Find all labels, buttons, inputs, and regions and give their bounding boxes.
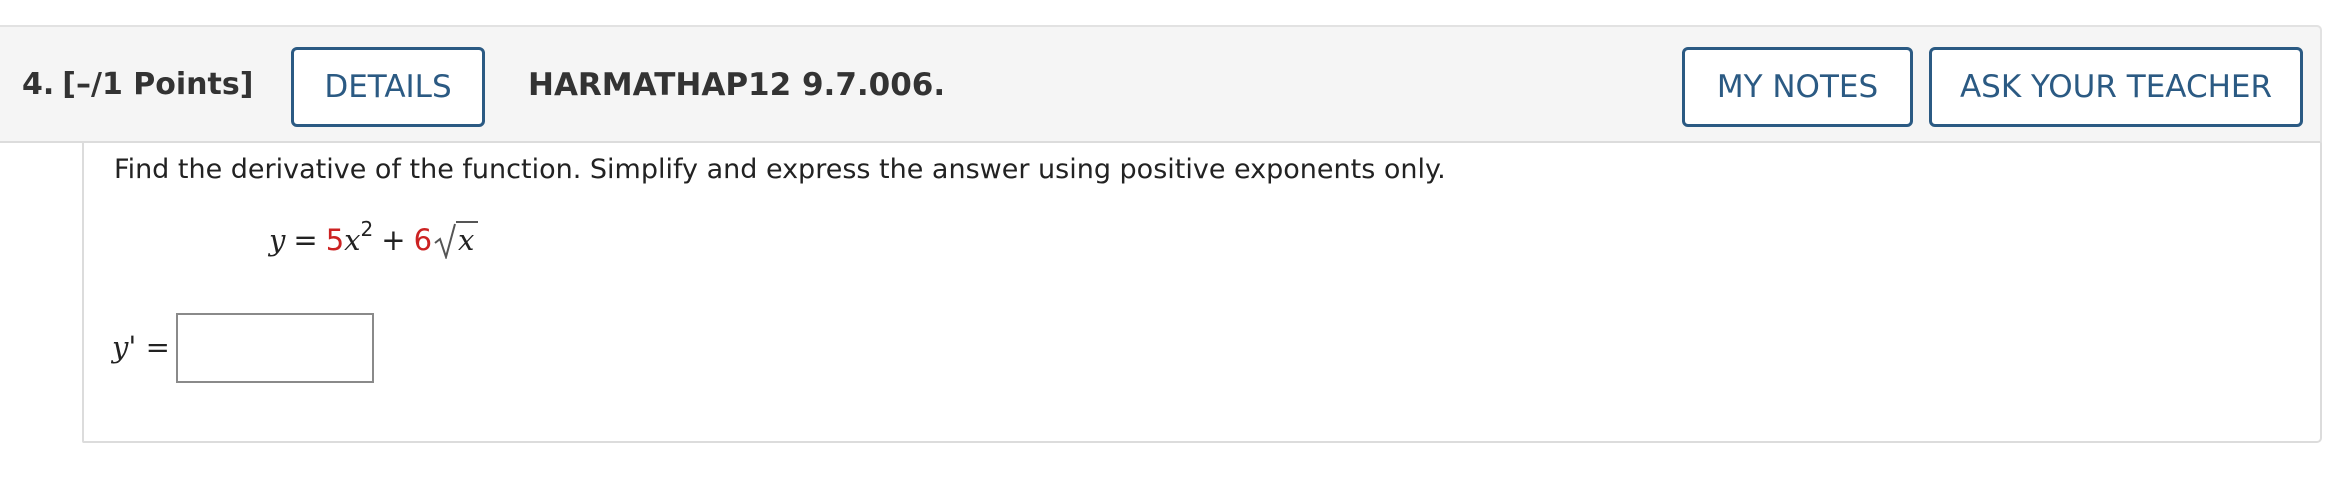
equation-lhs: y	[269, 223, 286, 257]
function-equation: y = 5x2 +6 x	[269, 217, 479, 261]
question-points: [–/1 Points]	[62, 67, 254, 102]
answer-label: y' =	[112, 330, 170, 364]
equation-coefficient-2: 6	[413, 223, 433, 257]
equation-variable-1: x	[344, 223, 361, 257]
question-number: 4. [–/1 Points]	[22, 67, 253, 103]
question-4: 4. [–/1 Points] DETAILS HARMATHAP12 9.7.0…	[0, 25, 2322, 443]
equation-coefficient-1: 5	[325, 223, 345, 257]
equation-equals: =	[293, 223, 318, 257]
equation-plus: +	[381, 223, 406, 257]
ask-your-teacher-button[interactable]: ASK YOUR TEACHER	[1929, 47, 2303, 127]
answer-input[interactable]	[176, 313, 374, 383]
question-number-label: 4.	[22, 67, 55, 102]
square-root-radicand: x	[456, 221, 479, 255]
my-notes-button[interactable]: MY NOTES	[1682, 47, 1913, 127]
square-root: x	[434, 221, 479, 259]
details-button[interactable]: DETAILS	[291, 47, 485, 127]
question-instructions: Find the derivative of the function. Sim…	[114, 154, 1446, 185]
radical-sign-icon	[434, 223, 456, 259]
question-body: Find the derivative of the function. Sim…	[82, 143, 2322, 443]
equation-exponent-1: 2	[360, 217, 374, 241]
question-header: 4. [–/1 Points] DETAILS HARMATHAP12 9.7.0…	[0, 25, 2322, 143]
question-code: HARMATHAP12 9.7.006.	[528, 67, 946, 103]
